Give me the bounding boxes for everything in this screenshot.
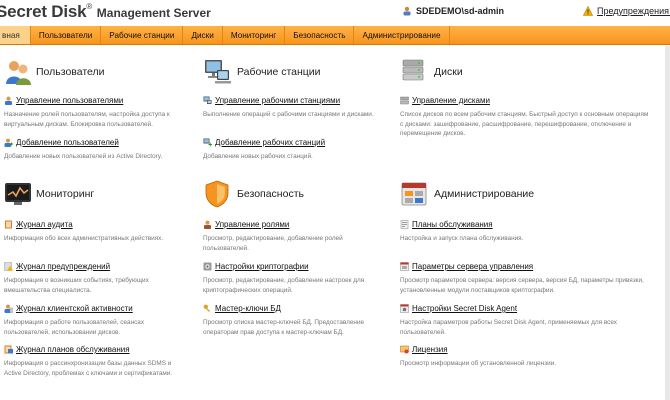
app-header: Secret Disk® Management Server SDEDEMO\s… [0, 0, 670, 26]
crypto-settings-icon [203, 262, 212, 271]
nav-tab-users[interactable]: Пользователи [31, 26, 102, 44]
disks-icon [402, 59, 424, 81]
link-crypto-settings[interactable]: Настройки криптографии [203, 262, 309, 271]
brand-reg: ® [86, 2, 93, 11]
link-agent-settings-label: Настройки Secret Disk Agent [412, 304, 518, 313]
user-icon [403, 6, 411, 16]
link-license-label: Лицензия [412, 345, 448, 354]
desc-maintenance-log: Информация о рассинхронизации базы данны… [4, 360, 173, 377]
license-icon [400, 345, 409, 354]
scrollbar-track[interactable] [665, 46, 670, 400]
link-add-users[interactable]: Добавление пользователей [4, 138, 119, 147]
link-warnings-log-label: Журнал предупреждений [16, 262, 111, 271]
server-params-icon [400, 262, 409, 271]
link-manage-users[interactable]: Управление пользователями [4, 96, 123, 105]
add-user-icon [4, 138, 13, 147]
link-license[interactable]: Лицензия [400, 345, 448, 354]
desc-master-keys: Просмотр списка мастер-ключей БД. Предос… [203, 319, 365, 336]
monitoring-icon [5, 183, 31, 205]
plan-icon [400, 220, 409, 229]
link-audit-log[interactable]: Журнал аудита [4, 220, 73, 229]
nav-tab-security[interactable]: Безопасность [285, 26, 355, 44]
brand-sub: Management Server [96, 6, 211, 20]
link-client-activity-log[interactable]: Журнал клиентской активности [4, 304, 133, 313]
desc-warnings-log: Информация о возникших событиях, требующ… [4, 277, 149, 294]
link-add-users-label: Добавление пользователей [16, 138, 119, 147]
maintenance-log-icon [4, 345, 13, 354]
desc-audit-log: Информация обо всех административных дей… [4, 235, 164, 242]
security-shield-icon [205, 180, 229, 208]
current-user-label: SDEDEMO\sd-admin [416, 6, 505, 16]
warnings-link[interactable]: Предупреждения (17) [583, 6, 670, 16]
nav-tab-disks[interactable]: Диски [183, 26, 223, 44]
administration-icon [401, 182, 427, 206]
link-manage-roles[interactable]: Управление ролями [203, 220, 289, 229]
nav-tab-home[interactable]: вная [0, 26, 31, 44]
client-activity-icon [4, 304, 13, 313]
link-manage-workstations-label: Управление рабочими станциями [215, 96, 341, 105]
desc-server-params: Просмотр параметров сервера: версия серв… [400, 277, 644, 294]
workstation-small-icon [203, 96, 212, 104]
link-master-keys[interactable]: Мастер-ключи БД [203, 304, 281, 313]
desc-manage-disks: Список дисков по всем рабочим станциям. … [400, 111, 649, 137]
link-add-workstations[interactable]: Добавление рабочих станций [203, 138, 325, 147]
link-manage-disks-label: Управление дисками [412, 96, 490, 105]
section-title-admin: Администрирование [434, 188, 535, 200]
link-master-keys-label: Мастер-ключи БД [215, 304, 281, 313]
desc-maintenance-plans: Настройка и запуск плана обслуживания. [400, 235, 524, 242]
log-warning-icon [4, 262, 13, 271]
link-add-workstations-label: Добавление рабочих станций [215, 138, 326, 147]
agent-settings-icon [400, 304, 409, 313]
link-maintenance-log[interactable]: Журнал планов обслуживания [4, 345, 130, 354]
nav-tab-admin[interactable]: Администрирование [354, 26, 450, 44]
link-server-params[interactable]: Параметры сервера управления [400, 262, 533, 271]
link-manage-roles-label: Управление ролями [215, 220, 290, 229]
link-audit-log-label: Журнал аудита [16, 220, 73, 229]
link-manage-disks[interactable]: Управление дисками [400, 96, 490, 105]
section-title-users: Пользователи [36, 66, 105, 78]
desc-add-users: Добавление новых пользователей из Active… [4, 153, 163, 160]
desc-client-activity-log: Информация о работе пользователей, сеанс… [4, 319, 145, 336]
desc-add-workstations: Добавление новых рабочих станций. [203, 153, 313, 160]
book-icon [5, 220, 12, 229]
link-agent-settings[interactable]: Настройки Secret Disk Agent [400, 304, 517, 313]
main-nav: вная Пользователи Рабочие станции Диски … [0, 26, 670, 45]
link-manage-users-label: Управление пользователями [16, 96, 124, 105]
current-user[interactable]: SDEDEMO\sd-admin [402, 6, 504, 16]
desc-crypto-settings: Просмотр, редактирование, добавление нас… [203, 277, 365, 294]
section-title-disks: Диски [434, 66, 463, 78]
link-manage-workstations[interactable]: Управление рабочими станциями [203, 96, 340, 105]
add-workstation-icon [203, 138, 212, 147]
role-icon [204, 220, 211, 229]
desc-manage-workstations: Выполнение операций с рабочими станциями… [203, 111, 374, 118]
users-icon [6, 61, 31, 85]
brand-logo: Secret Disk® Management Server [0, 2, 211, 22]
warning-icon [583, 6, 593, 16]
desc-license: Просмотр информации об установленной лиц… [400, 360, 557, 367]
brand-main: Secret Disk [0, 2, 87, 21]
desc-manage-roles: Просмотр, редактирование, добавление рол… [203, 235, 343, 252]
warnings-label: Предупреждения (17) [597, 6, 670, 16]
nav-tab-workstations[interactable]: Рабочие станции [101, 26, 184, 44]
link-maintenance-plans[interactable]: Планы обслуживания [400, 220, 493, 229]
workstations-icon [205, 60, 231, 84]
link-crypto-settings-label: Настройки криптографии [215, 262, 309, 271]
link-maintenance-log-label: Журнал планов обслуживания [16, 345, 130, 354]
link-client-activity-log-label: Журнал клиентской активности [16, 304, 133, 313]
link-warnings-log[interactable]: Журнал предупреждений [4, 262, 110, 271]
section-title-monitoring: Мониторинг [36, 188, 95, 200]
section-title-workstations: Рабочие станции [237, 66, 321, 78]
user-small-icon [5, 96, 12, 105]
desc-agent-settings: Настройка параметров работы Secret Disk … [400, 319, 617, 336]
nav-tab-monitoring[interactable]: Мониторинг [223, 26, 286, 44]
link-server-params-label: Параметры сервера управления [412, 262, 534, 271]
link-maintenance-plans-label: Планы обслуживания [412, 220, 493, 229]
key-icon [203, 304, 211, 313]
disk-small-icon [400, 96, 409, 105]
section-title-security: Безопасность [237, 188, 304, 200]
desc-manage-users: Назначение ролей пользователям, настройк… [4, 111, 170, 128]
